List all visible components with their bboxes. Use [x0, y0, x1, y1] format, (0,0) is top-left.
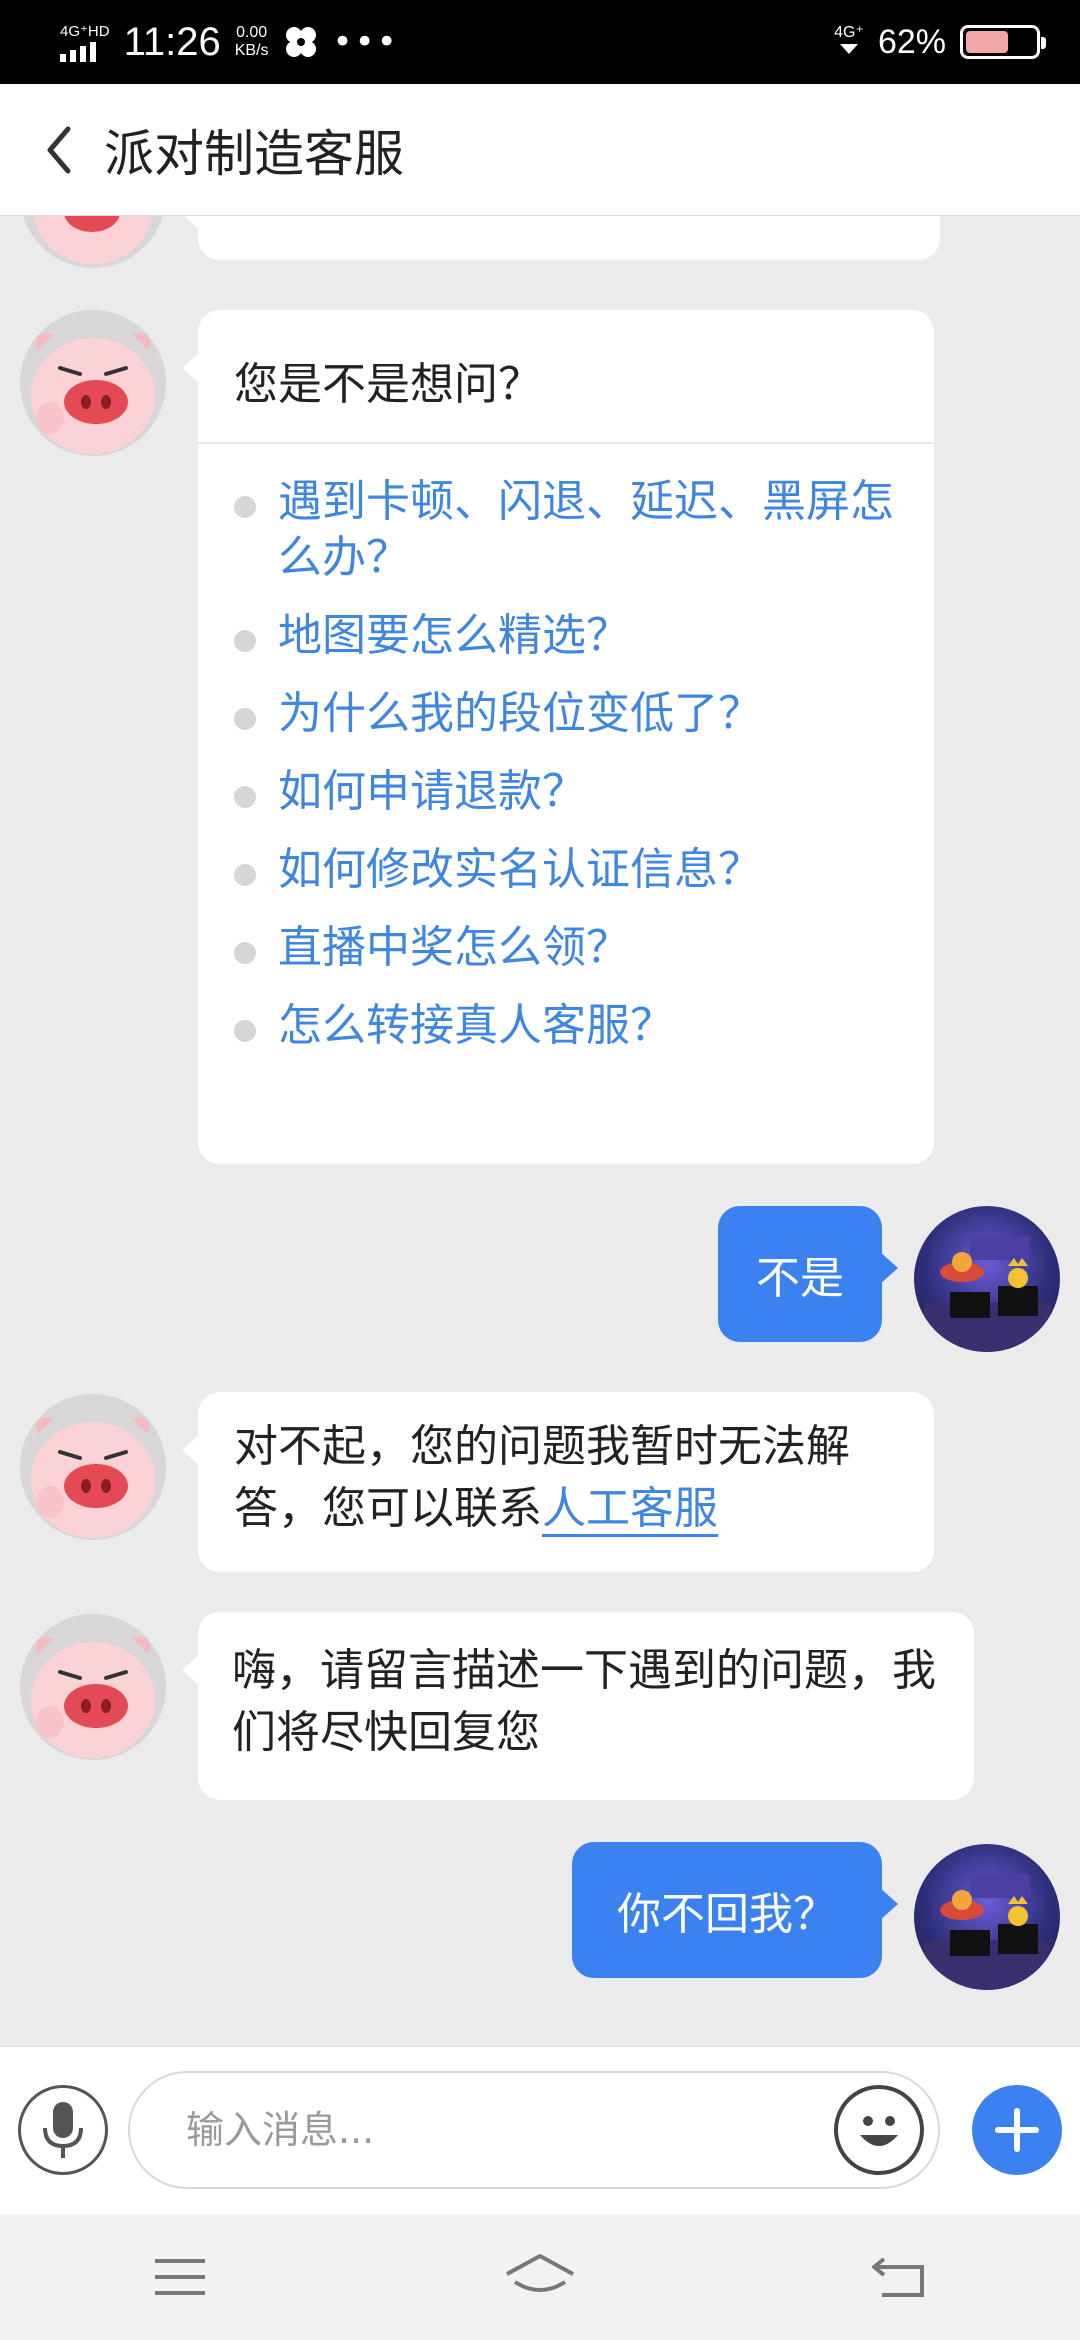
- speed-value: 0.00: [236, 24, 268, 41]
- user-message-text: 不是: [756, 1253, 844, 1304]
- user-message-text: 你不回我？: [617, 1889, 837, 1940]
- game-scene-icon: [924, 1236, 1050, 1352]
- user-message-bubble: 你不回我？: [572, 1842, 898, 1978]
- network-type: 4G⁺HD: [60, 23, 110, 40]
- human-agent-link[interactable]: 人工客服: [542, 1483, 718, 1537]
- back-arrow-icon: [872, 2257, 924, 2297]
- page-title: 派对制造客服: [104, 124, 404, 183]
- chat-messages[interactable]: 您是不是想问？ 遇到卡顿、闪退、延迟、黑屏怎么办？ 地图要怎么精选？ 为什么我的…: [0, 216, 1080, 2046]
- user-message-bubble: 不是: [718, 1206, 898, 1342]
- faq-link[interactable]: 直播中奖怎么领？: [278, 920, 630, 976]
- battery-percent: 62%: [877, 22, 946, 61]
- faq-item[interactable]: 地图要怎么精选？: [234, 608, 898, 664]
- faq-item[interactable]: 为什么我的段位变低了？: [234, 686, 898, 742]
- status-bar: 4G⁺HD 11:26 0.00 KB/s ••• 4G⁺ 62%: [0, 0, 1080, 84]
- bot-avatar[interactable]: [20, 310, 166, 456]
- faq-item[interactable]: 怎么转接真人客服？: [234, 998, 898, 1054]
- faq-list: 遇到卡顿、闪退、延迟、黑屏怎么办？ 地图要怎么精选？ 为什么我的段位变低了？ 如…: [198, 444, 934, 1096]
- faq-link[interactable]: 怎么转接真人客服？: [278, 998, 674, 1054]
- bullet-icon: [234, 942, 256, 964]
- wifi-signal-icon: 4G⁺: [834, 24, 864, 61]
- faq-link[interactable]: 为什么我的段位变低了？: [278, 686, 762, 742]
- system-navigation-bar: [0, 2214, 1080, 2340]
- emoji-button[interactable]: [834, 2085, 924, 2175]
- plus-icon: [995, 2108, 1039, 2152]
- bullet-icon: [234, 708, 256, 730]
- network-type-right: 4G⁺: [834, 23, 864, 41]
- clock: 11:26: [123, 19, 221, 64]
- fan-icon: [285, 27, 316, 57]
- chat-header: 派对制造客服: [0, 84, 1080, 216]
- bot-avatar[interactable]: [20, 216, 166, 268]
- microphone-icon: [43, 2102, 83, 2158]
- faq-heading: 您是不是想问？: [198, 310, 934, 444]
- message-input-container: [128, 2071, 940, 2189]
- faq-item[interactable]: 遇到卡顿、闪退、延迟、黑屏怎么办？: [234, 474, 898, 586]
- bot-avatar[interactable]: [20, 1394, 166, 1540]
- voice-input-button[interactable]: [18, 2085, 108, 2175]
- message-bubble-partial: [182, 216, 940, 260]
- message-input-bar: [0, 2046, 1080, 2214]
- bot-message-bubble: 对不起，您的问题我暂时无法解答，您可以联系人工客服: [182, 1392, 934, 1572]
- network-speed: 0.00 KB/s: [235, 24, 269, 60]
- faq-link[interactable]: 遇到卡顿、闪退、延迟、黑屏怎么办？: [278, 474, 898, 586]
- bot-message-text: 嗨，请留言描述一下遇到的问题，我们将尽快回复您: [232, 1645, 936, 1758]
- pig-face-icon: [31, 1417, 155, 1538]
- pig-face-icon: [31, 333, 155, 454]
- faq-link[interactable]: 如何修改实名认证信息？: [278, 842, 762, 898]
- bot-avatar[interactable]: [20, 1614, 166, 1760]
- back-chevron-icon[interactable]: [44, 120, 84, 180]
- battery-icon: [960, 25, 1046, 59]
- bullet-icon: [234, 630, 256, 652]
- bullet-icon: [234, 786, 256, 808]
- home-button[interactable]: [500, 2242, 580, 2312]
- more-notifications-icon: •••: [332, 22, 399, 62]
- user-avatar[interactable]: [914, 1206, 1060, 1352]
- bot-message-bubble: 嗨，请留言描述一下遇到的问题，我们将尽快回复您: [182, 1612, 974, 1800]
- faq-link[interactable]: 地图要怎么精选？: [278, 608, 630, 664]
- speed-unit: KB/s: [234, 42, 269, 59]
- back-button[interactable]: [860, 2242, 940, 2312]
- battery-fill: [966, 31, 1009, 53]
- menu-button[interactable]: [140, 2242, 220, 2312]
- faq-item[interactable]: 如何申请退款？: [234, 764, 898, 820]
- more-options-button[interactable]: [972, 2085, 1062, 2175]
- pig-face-icon: [31, 1637, 155, 1758]
- home-icon: [506, 2254, 574, 2292]
- faq-link[interactable]: 如何申请退款？: [278, 764, 586, 820]
- message-input[interactable]: [130, 2073, 770, 2187]
- cellular-signal-icon: 4G⁺HD: [60, 22, 110, 62]
- faq-item[interactable]: 如何修改实名认证信息？: [234, 842, 898, 898]
- bullet-icon: [234, 864, 256, 886]
- faq-message-bubble: 您是不是想问？ 遇到卡顿、闪退、延迟、黑屏怎么办？ 地图要怎么精选？ 为什么我的…: [182, 310, 934, 1164]
- bullet-icon: [234, 496, 256, 518]
- menu-icon: [155, 2259, 205, 2295]
- bullet-icon: [234, 1020, 256, 1042]
- smiley-icon: [860, 2116, 898, 2146]
- faq-item[interactable]: 直播中奖怎么领？: [234, 920, 898, 976]
- game-scene-icon: [924, 1874, 1050, 1990]
- user-avatar[interactable]: [914, 1844, 1060, 1990]
